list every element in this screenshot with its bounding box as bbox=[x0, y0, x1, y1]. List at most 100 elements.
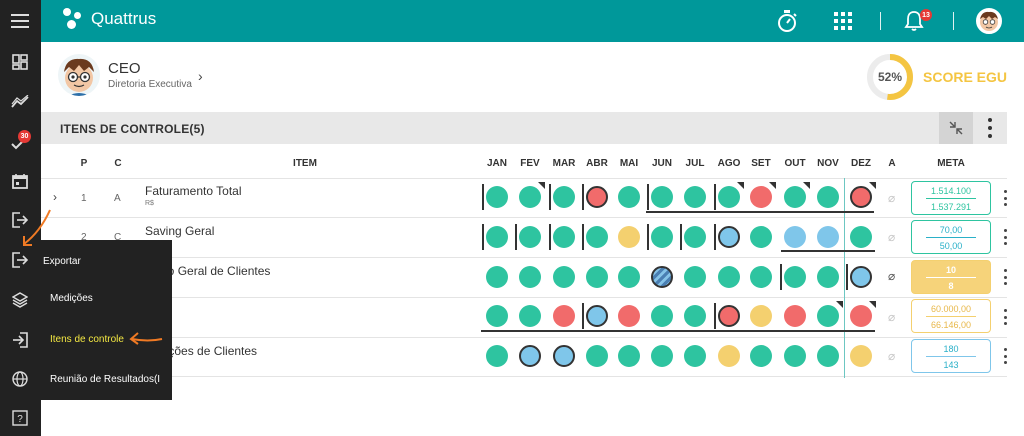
status-circle[interactable] bbox=[784, 305, 806, 327]
row-more-icon[interactable] bbox=[1004, 229, 1008, 245]
status-circle[interactable] bbox=[553, 186, 575, 208]
expand-row-icon[interactable]: › bbox=[53, 190, 57, 204]
menu-item-itens-de-controle[interactable]: Itens de controle bbox=[50, 334, 124, 345]
meta-box[interactable]: 70,00 50,00 bbox=[911, 220, 991, 254]
status-circle[interactable] bbox=[651, 266, 673, 288]
status-circle[interactable] bbox=[486, 226, 508, 248]
status-circle[interactable] bbox=[817, 305, 839, 327]
menu-item-reuniao[interactable]: Reunião de Resultados(I bbox=[50, 374, 160, 385]
status-circle[interactable] bbox=[553, 226, 575, 248]
status-circle[interactable] bbox=[553, 266, 575, 288]
status-circle[interactable] bbox=[784, 226, 806, 248]
status-circle[interactable] bbox=[817, 266, 839, 288]
status-circle[interactable] bbox=[651, 345, 673, 367]
status-circle[interactable] bbox=[817, 186, 839, 208]
status-circle[interactable] bbox=[850, 226, 872, 248]
status-circle[interactable] bbox=[651, 305, 673, 327]
stopwatch-icon[interactable] bbox=[774, 8, 800, 34]
status-circle[interactable] bbox=[586, 266, 608, 288]
dashboard-icon[interactable] bbox=[10, 52, 30, 72]
status-circle[interactable] bbox=[850, 266, 872, 288]
status-circle[interactable] bbox=[718, 266, 740, 288]
status-circle[interactable] bbox=[784, 266, 806, 288]
status-circle[interactable] bbox=[618, 226, 640, 248]
menu-item-medicoes[interactable]: Medições bbox=[50, 293, 93, 304]
status-circle[interactable] bbox=[784, 345, 806, 367]
status-circle[interactable] bbox=[850, 186, 872, 208]
chart-icon[interactable] bbox=[10, 92, 30, 112]
status-circle[interactable] bbox=[618, 186, 640, 208]
status-circle[interactable] bbox=[684, 186, 706, 208]
status-circle[interactable] bbox=[750, 345, 772, 367]
status-circle[interactable] bbox=[586, 186, 608, 208]
status-circle[interactable] bbox=[586, 345, 608, 367]
status-circle[interactable] bbox=[750, 226, 772, 248]
status-circle[interactable] bbox=[651, 226, 673, 248]
status-circle[interactable] bbox=[618, 305, 640, 327]
status-circle[interactable] bbox=[684, 226, 706, 248]
header-month-jul: JUL bbox=[685, 158, 705, 169]
status-circle[interactable] bbox=[817, 226, 839, 248]
status-circle[interactable] bbox=[784, 186, 806, 208]
row-item-name[interactable]: Faturamento Total bbox=[145, 184, 242, 198]
apps-grid-icon[interactable] bbox=[830, 8, 856, 34]
status-circle[interactable] bbox=[684, 345, 706, 367]
status-circle[interactable] bbox=[750, 266, 772, 288]
status-circle[interactable] bbox=[519, 186, 541, 208]
profile-role: CEO bbox=[108, 60, 141, 77]
paperclip-icon[interactable]: ⌀ bbox=[888, 310, 895, 324]
logo[interactable]: Quattrus bbox=[63, 8, 156, 30]
status-circle[interactable] bbox=[718, 226, 740, 248]
calendar-icon[interactable] bbox=[10, 171, 30, 191]
header-month-ago: AGO bbox=[717, 158, 741, 169]
collapse-button[interactable] bbox=[939, 112, 973, 144]
chevron-right-icon[interactable]: › bbox=[198, 68, 203, 84]
section-header: ITENS DE CONTROLE(5) bbox=[41, 112, 1007, 144]
avatar[interactable] bbox=[976, 8, 1002, 34]
status-circle[interactable] bbox=[684, 305, 706, 327]
meta-box[interactable]: 10 8 bbox=[911, 260, 991, 294]
status-circle[interactable] bbox=[651, 186, 673, 208]
status-corner-marker bbox=[737, 182, 744, 189]
status-circle[interactable] bbox=[519, 226, 541, 248]
status-circle[interactable] bbox=[486, 266, 508, 288]
status-circle[interactable] bbox=[750, 186, 772, 208]
status-circle[interactable] bbox=[718, 345, 740, 367]
paperclip-icon[interactable]: ⌀ bbox=[888, 191, 895, 205]
status-circle[interactable] bbox=[718, 186, 740, 208]
row-more-icon[interactable] bbox=[1004, 190, 1008, 206]
help-icon[interactable]: ? bbox=[10, 408, 30, 428]
meta-box[interactable]: 180 143 bbox=[911, 339, 991, 373]
profile-avatar[interactable] bbox=[58, 54, 100, 96]
status-circle[interactable] bbox=[618, 266, 640, 288]
status-circle[interactable] bbox=[519, 305, 541, 327]
paperclip-icon[interactable]: ⌀ bbox=[888, 349, 895, 363]
status-circle[interactable] bbox=[750, 305, 772, 327]
paperclip-icon[interactable]: ⌀ bbox=[888, 269, 895, 283]
menu-icon[interactable] bbox=[10, 11, 30, 31]
status-circle[interactable] bbox=[486, 186, 508, 208]
status-circle[interactable] bbox=[817, 345, 839, 367]
meta-box[interactable]: 60.000,00 66.146,00 bbox=[911, 299, 991, 333]
status-circle[interactable] bbox=[519, 266, 541, 288]
row-item-name[interactable]: Saving Geral bbox=[145, 224, 214, 238]
row-more-icon[interactable] bbox=[1004, 348, 1008, 364]
status-circle[interactable] bbox=[586, 305, 608, 327]
more-options-button[interactable] bbox=[985, 116, 995, 140]
paperclip-icon[interactable]: ⌀ bbox=[888, 230, 895, 244]
status-circle[interactable] bbox=[618, 345, 640, 367]
status-circle[interactable] bbox=[684, 266, 706, 288]
status-circle[interactable] bbox=[519, 345, 541, 367]
status-circle[interactable] bbox=[718, 305, 740, 327]
row-more-icon[interactable] bbox=[1004, 269, 1008, 285]
status-circle[interactable] bbox=[553, 345, 575, 367]
status-circle[interactable] bbox=[486, 345, 508, 367]
status-circle[interactable] bbox=[586, 226, 608, 248]
meta-box[interactable]: 1.514.100 1.537.291 bbox=[911, 181, 991, 215]
status-circle[interactable] bbox=[553, 305, 575, 327]
status-circle[interactable] bbox=[486, 305, 508, 327]
status-circle[interactable] bbox=[850, 305, 872, 327]
period-marker bbox=[647, 224, 649, 250]
status-circle[interactable] bbox=[850, 345, 872, 367]
row-more-icon[interactable] bbox=[1004, 309, 1008, 325]
